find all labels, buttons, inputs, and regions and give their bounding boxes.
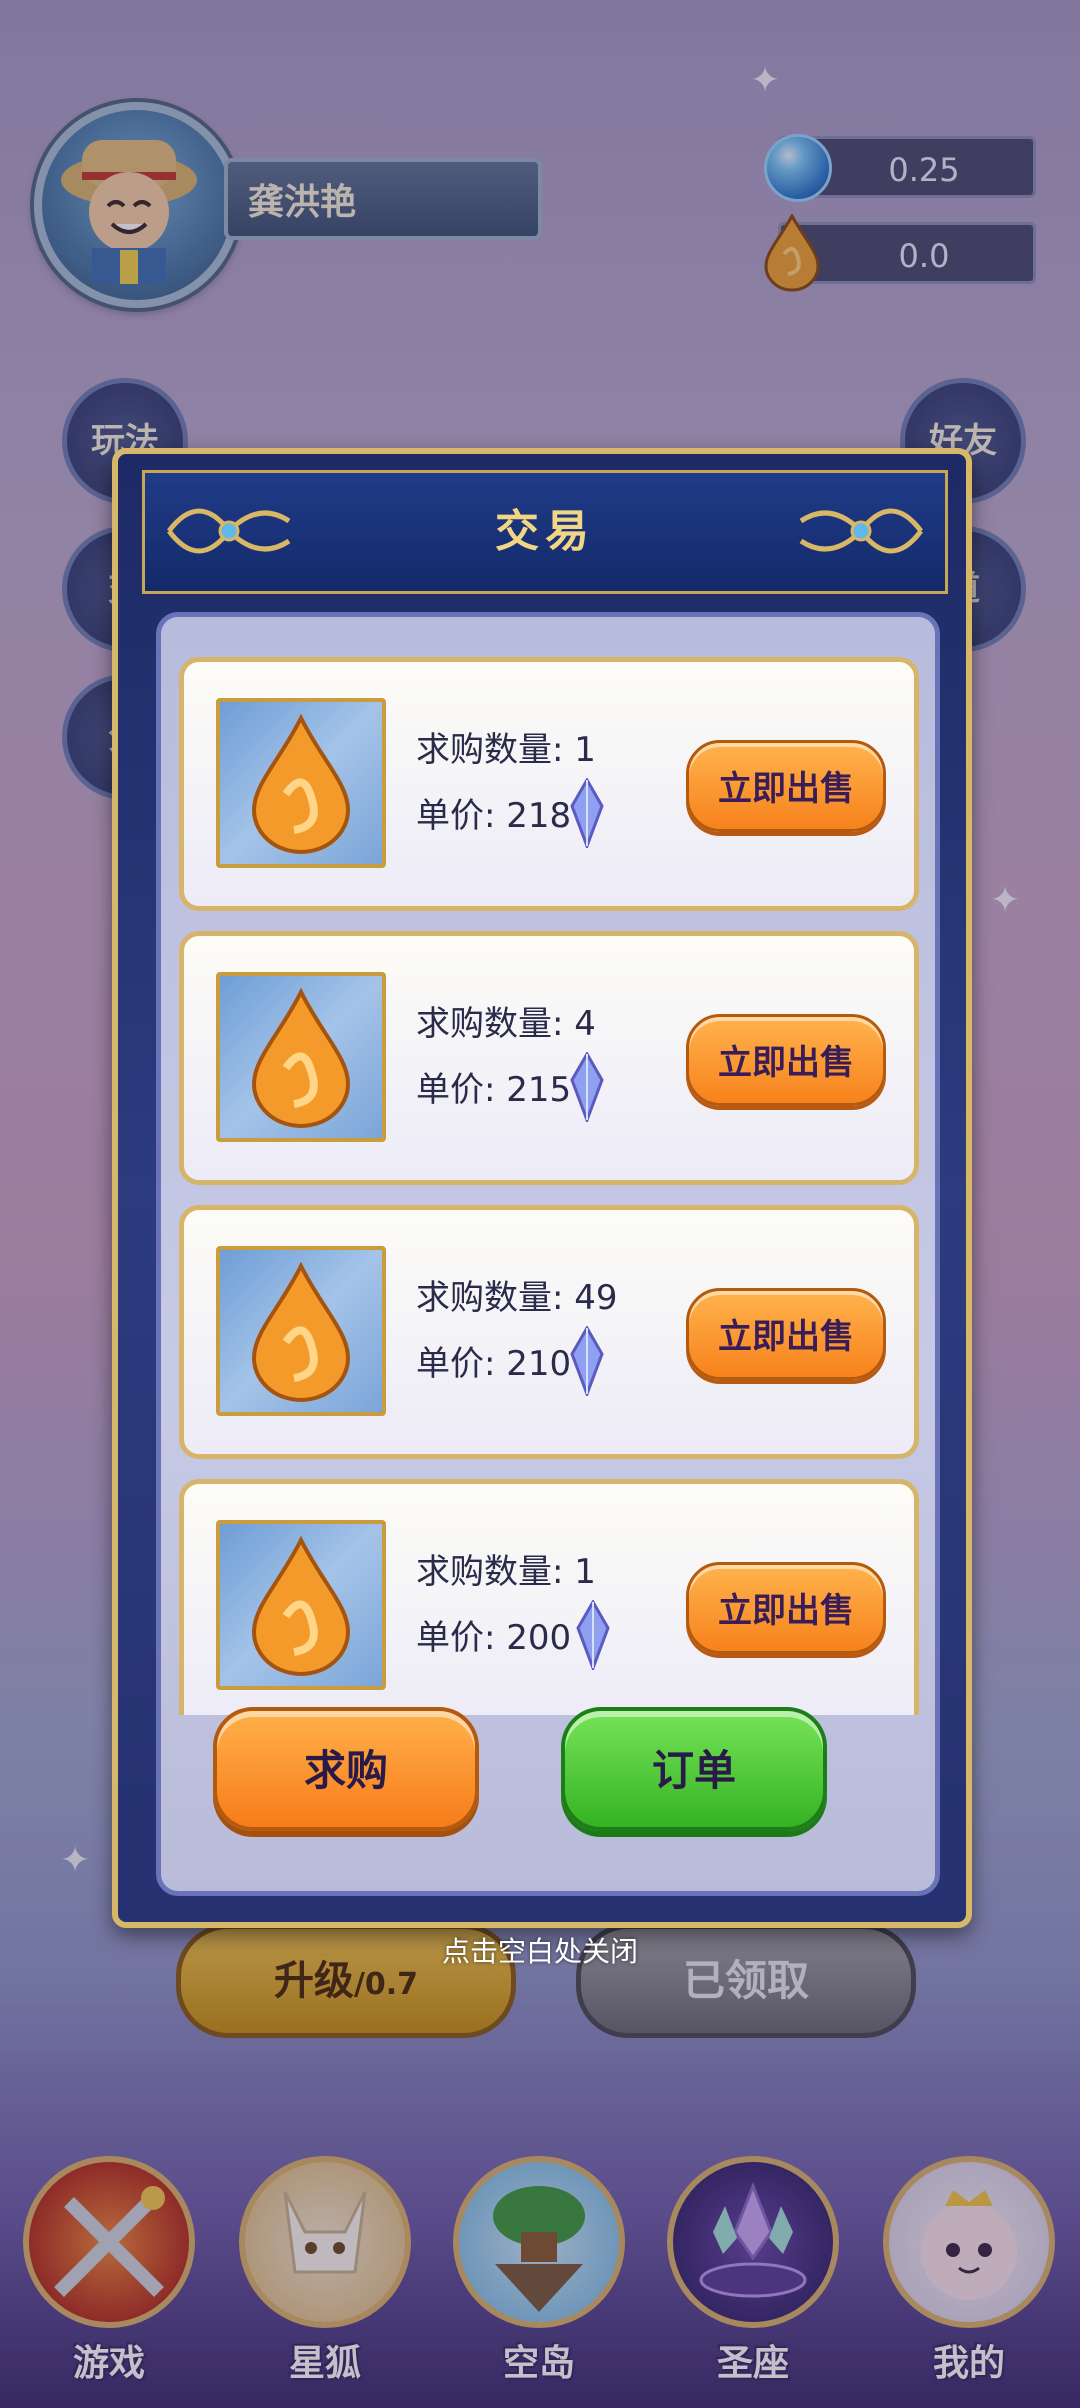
sell-now-button[interactable]: 立即出售 [686,1562,886,1654]
amber-drop-icon [251,714,351,854]
request-buy-button[interactable]: 求购 [213,1707,479,1831]
sell-now-button[interactable]: 立即出售 [686,1288,886,1380]
item-frame [216,1246,386,1416]
sell-now-button[interactable]: 立即出售 [686,1014,886,1106]
order-price: 单价: 210 [416,1344,572,1384]
crystal-icon [570,1052,604,1122]
trade-modal: 交易 求购数量: 1 单价: 218 立即出售 求购数量: 4 单价: 215 … [112,448,972,1928]
crystal-icon [570,1326,604,1396]
order-card: 求购数量: 49 单价: 210 立即出售 [179,1205,919,1459]
order-list[interactable]: 求购数量: 1 单价: 218 立即出售 求购数量: 4 单价: 215 立即出… [179,657,919,1715]
crystal-icon [576,1600,610,1670]
order-price: 单价: 200 [416,1618,572,1658]
order-card: 求购数量: 1 单价: 218 立即出售 [179,657,919,911]
right-ornament-icon [799,508,923,554]
order-price: 单价: 218 [416,796,572,836]
order-card: 求购数量: 4 单价: 215 立即出售 [179,931,919,1185]
amber-drop-icon [251,1536,351,1676]
order-quantity: 求购数量: 49 [416,1278,618,1318]
amber-drop-icon [251,988,351,1128]
order-quantity: 求购数量: 1 [416,730,596,770]
order-quantity: 求购数量: 4 [416,1004,596,1044]
item-frame [216,972,386,1142]
item-frame [216,1520,386,1690]
modal-header: 交易 [142,470,948,594]
close-hint: 点击空白处关闭 [441,1935,638,1968]
order-quantity: 求购数量: 1 [416,1552,596,1592]
crystal-icon [570,778,604,848]
order-card: 求购数量: 1 单价: 200 立即出售 [179,1479,919,1715]
orders-button[interactable]: 订单 [561,1707,827,1831]
order-price: 单价: 215 [416,1070,572,1110]
amber-drop-icon [251,1262,351,1402]
order-panel: 求购数量: 1 单价: 218 立即出售 求购数量: 4 单价: 215 立即出… [156,612,940,1896]
sell-now-button[interactable]: 立即出售 [686,740,886,832]
item-frame [216,698,386,868]
